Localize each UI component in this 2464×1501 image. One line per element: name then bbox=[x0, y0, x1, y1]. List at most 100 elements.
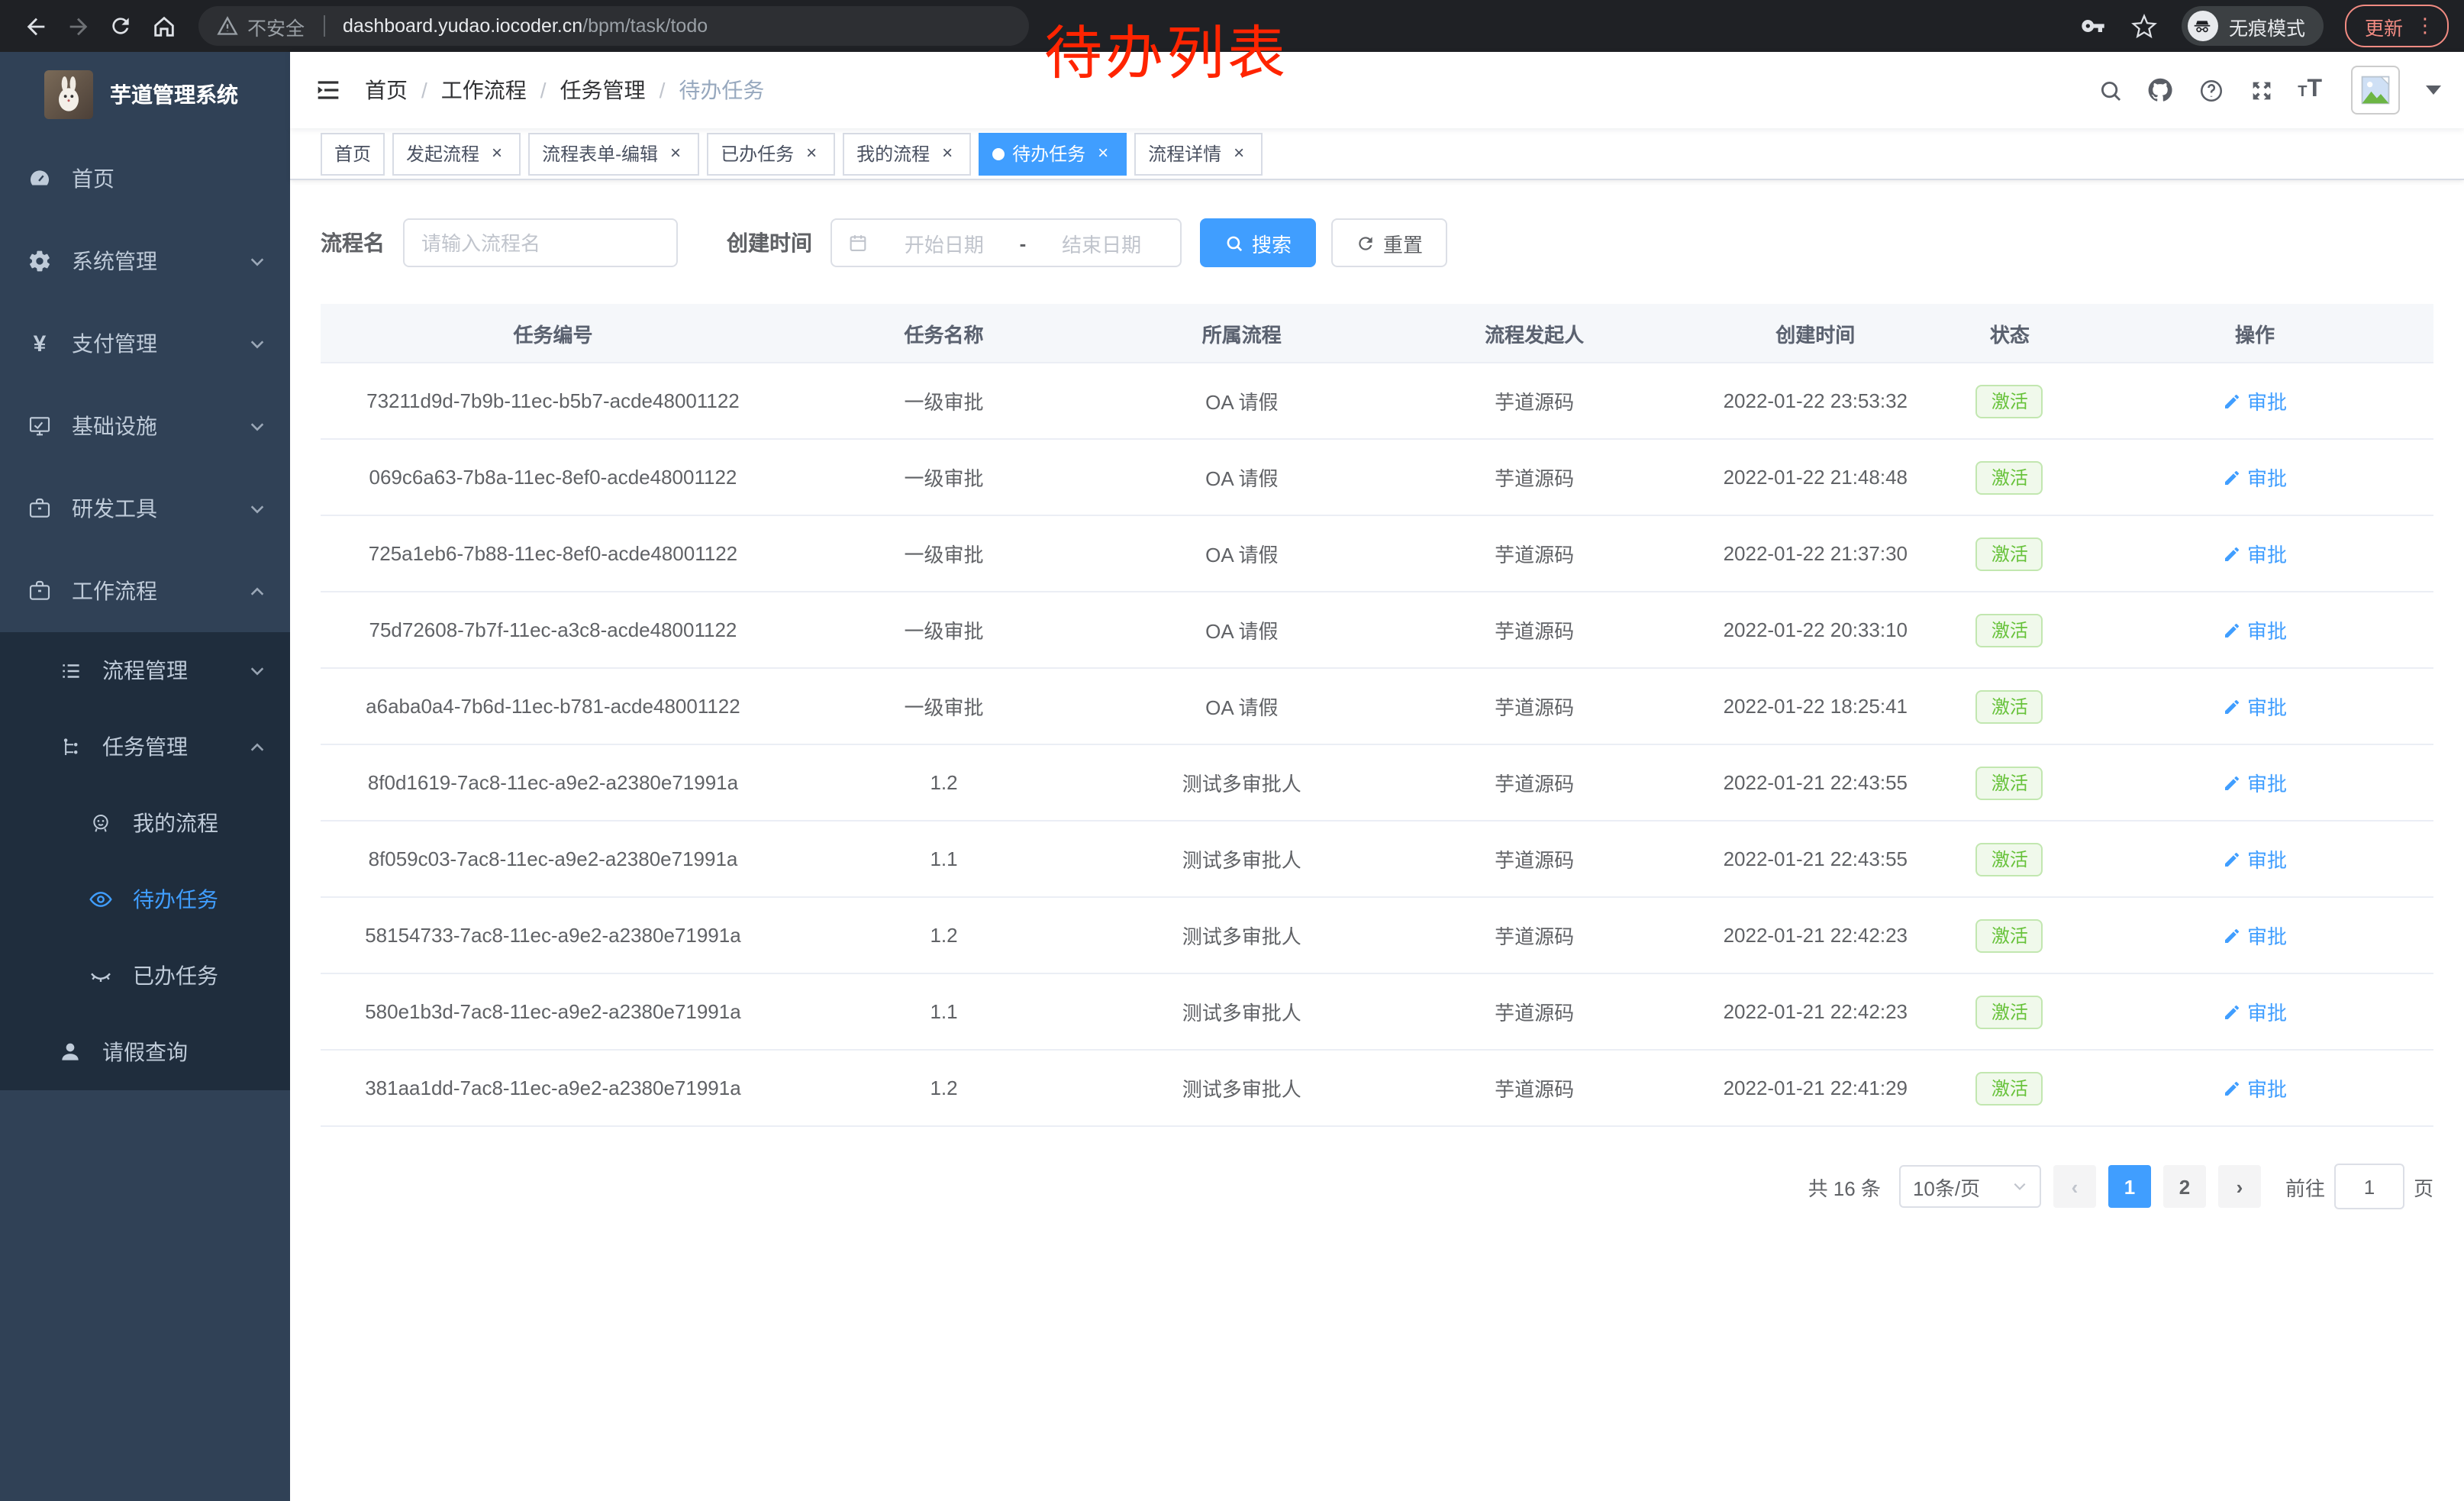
close-icon[interactable]: × bbox=[937, 144, 957, 163]
sidebar-item-devtools[interactable]: 研发工具 bbox=[0, 467, 290, 550]
approve-button[interactable]: 审批 bbox=[2223, 921, 2287, 950]
process-name-input[interactable] bbox=[403, 218, 678, 267]
page-size-select[interactable]: 10条/页 bbox=[1899, 1165, 2041, 1208]
key-icon[interactable] bbox=[2078, 11, 2108, 41]
sidebar-toggle-icon[interactable] bbox=[313, 75, 343, 105]
next-page-button[interactable]: › bbox=[2218, 1165, 2261, 1208]
close-icon[interactable]: × bbox=[487, 144, 507, 163]
tab-my-process[interactable]: 我的流程 × bbox=[843, 132, 971, 175]
approve-label: 审批 bbox=[2247, 615, 2287, 644]
url-divider bbox=[323, 15, 324, 37]
incognito-badge: 无痕模式 bbox=[2182, 6, 2324, 46]
sidebar-item-todo-tasks[interactable]: 待办任务 bbox=[0, 861, 290, 938]
help-icon[interactable] bbox=[2197, 76, 2224, 104]
cell-task-id: 58154733-7ac8-11ec-a9e2-a2380e71991a bbox=[321, 897, 785, 973]
briefcase-icon bbox=[27, 579, 52, 603]
home-icon[interactable] bbox=[144, 6, 183, 46]
page-content: 流程名 创建时间 开始日期 - 结束日期 搜索 重置 bbox=[290, 180, 2464, 1501]
forward-icon[interactable] bbox=[58, 6, 98, 46]
sidebar-item-my-process[interactable]: 我的流程 bbox=[0, 785, 290, 861]
sidebar-item-workflow[interactable]: 工作流程 bbox=[0, 550, 290, 632]
prev-page-button[interactable]: ‹ bbox=[2053, 1165, 2096, 1208]
sidebar-item-system[interactable]: 系统管理 bbox=[0, 220, 290, 302]
fullscreen-icon[interactable] bbox=[2247, 76, 2275, 104]
browser-menu-icon[interactable]: ⋮ bbox=[2415, 14, 2435, 38]
eye-closed-icon bbox=[89, 964, 113, 988]
tab-process-form-edit[interactable]: 流程表单-编辑 × bbox=[528, 132, 699, 175]
approve-button[interactable]: 审批 bbox=[2223, 386, 2287, 415]
breadcrumb-home[interactable]: 首页 bbox=[365, 75, 408, 105]
incognito-label: 无痕模式 bbox=[2229, 11, 2305, 40]
update-button[interactable]: 更新 ⋮ bbox=[2345, 5, 2449, 47]
cell-process: OA 请假 bbox=[1102, 439, 1381, 515]
bookmark-star-icon[interactable] bbox=[2130, 11, 2160, 41]
tab-done-tasks[interactable]: 已办任务 × bbox=[707, 132, 835, 175]
col-task-name: 任务名称 bbox=[785, 304, 1102, 363]
goto-page-input[interactable] bbox=[2334, 1164, 2404, 1209]
table-row: a6aba0a4-7b6d-11ec-b781-acde48001122 一级审… bbox=[321, 668, 2433, 744]
approve-label: 审批 bbox=[2247, 768, 2287, 797]
tab-home[interactable]: 首页 bbox=[321, 132, 385, 175]
tab-todo-tasks[interactable]: 待办任务 × bbox=[979, 132, 1127, 175]
approve-button[interactable]: 审批 bbox=[2223, 615, 2287, 644]
sidebar-item-task-mgmt[interactable]: 任务管理 bbox=[0, 709, 290, 785]
approve-label: 审批 bbox=[2247, 692, 2287, 721]
eye-icon bbox=[89, 887, 113, 912]
tab-start-process[interactable]: 发起流程 × bbox=[392, 132, 521, 175]
sidebar-item-done-tasks[interactable]: 已办任务 bbox=[0, 938, 290, 1014]
col-created: 创建时间 bbox=[1688, 304, 1943, 363]
github-icon[interactable] bbox=[2146, 76, 2174, 104]
approve-button[interactable]: 审批 bbox=[2223, 539, 2287, 568]
status-badge: 激活 bbox=[1976, 1071, 2043, 1105]
approve-button[interactable]: 审批 bbox=[2223, 768, 2287, 797]
search-button[interactable]: 搜索 bbox=[1200, 218, 1316, 267]
cell-task-id: 381aa1dd-7ac8-11ec-a9e2-a2380e71991a bbox=[321, 1050, 785, 1126]
reload-icon[interactable] bbox=[101, 6, 140, 46]
cell-task-id: 8f059c03-7ac8-11ec-a9e2-a2380e71991a bbox=[321, 821, 785, 897]
back-icon[interactable] bbox=[15, 6, 55, 46]
sidebar-item-label: 我的流程 bbox=[133, 808, 218, 838]
chevron-down-icon bbox=[249, 418, 266, 434]
date-range-picker[interactable]: 开始日期 - 结束日期 bbox=[830, 218, 1182, 267]
reset-button[interactable]: 重置 bbox=[1331, 218, 1447, 267]
close-icon[interactable]: × bbox=[801, 144, 821, 163]
tab-label: 我的流程 bbox=[856, 140, 930, 166]
approve-button[interactable]: 审批 bbox=[2223, 692, 2287, 721]
approve-button[interactable]: 审批 bbox=[2223, 997, 2287, 1026]
close-icon[interactable]: × bbox=[1093, 144, 1113, 163]
approve-button[interactable]: 审批 bbox=[2223, 1073, 2287, 1102]
approve-button[interactable]: 审批 bbox=[2223, 463, 2287, 492]
sidebar-item-home[interactable]: 首页 bbox=[0, 137, 290, 220]
app-logo[interactable]: 芋道管理系统 bbox=[0, 52, 290, 137]
start-date-placeholder: 开始日期 bbox=[881, 228, 1008, 257]
search-icon bbox=[1224, 233, 1244, 253]
font-size-icon[interactable]: TT bbox=[2298, 76, 2322, 104]
table-row: 75d72608-7b7f-11ec-a3c8-acde48001122 一级审… bbox=[321, 592, 2433, 668]
close-icon[interactable]: × bbox=[1229, 144, 1249, 163]
status-badge: 激活 bbox=[1976, 995, 2043, 1028]
create-time-label: 创建时间 bbox=[727, 228, 812, 258]
tab-label: 发起流程 bbox=[406, 140, 479, 166]
sidebar-item-process-mgmt[interactable]: 流程管理 bbox=[0, 632, 290, 709]
breadcrumb-workflow[interactable]: 工作流程 bbox=[441, 75, 527, 105]
page-2-button[interactable]: 2 bbox=[2163, 1165, 2206, 1208]
search-icon[interactable] bbox=[2096, 76, 2124, 104]
avatar[interactable] bbox=[2351, 66, 2400, 115]
approve-button[interactable]: 审批 bbox=[2223, 844, 2287, 873]
sidebar-item-payment[interactable]: ¥ 支付管理 bbox=[0, 302, 290, 385]
navbar: 首页 / 工作流程 / 任务管理 / 待办任务 bbox=[290, 52, 2464, 128]
address-bar[interactable]: 不安全 dashboard.yudao.iocoder.cn/bpm/task/… bbox=[198, 6, 1029, 46]
tab-process-detail[interactable]: 流程详情 × bbox=[1134, 132, 1263, 175]
breadcrumb-task-mgmt[interactable]: 任务管理 bbox=[560, 75, 646, 105]
sidebar-item-infra[interactable]: 基础设施 bbox=[0, 385, 290, 467]
edit-icon bbox=[2223, 392, 2241, 410]
cell-created: 2022-01-22 21:37:30 bbox=[1688, 515, 1943, 592]
avatar-caret-icon[interactable] bbox=[2426, 86, 2441, 95]
cell-starter: 芋道源码 bbox=[1382, 592, 1688, 668]
sidebar-item-leave-query[interactable]: 请假查询 bbox=[0, 1014, 290, 1090]
sidebar-item-label: 系统管理 bbox=[72, 246, 157, 276]
cell-created: 2022-01-21 22:42:23 bbox=[1688, 973, 1943, 1050]
close-icon[interactable]: × bbox=[666, 144, 685, 163]
page-1-button[interactable]: 1 bbox=[2108, 1165, 2151, 1208]
cell-process: 测试多审批人 bbox=[1102, 1050, 1381, 1126]
